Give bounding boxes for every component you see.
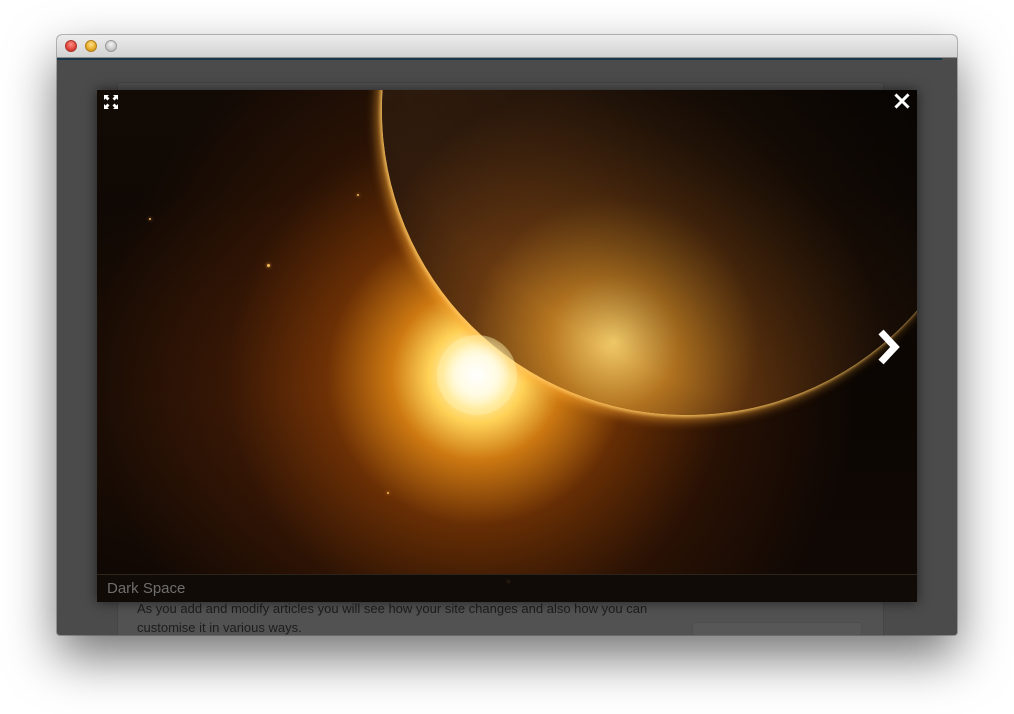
window-titlebar bbox=[57, 35, 957, 58]
caption-bar: Dark Space bbox=[97, 574, 917, 602]
window-close-button[interactable] bbox=[65, 40, 77, 52]
article-paragraph: As you add and modify articles you will … bbox=[137, 601, 648, 635]
lightbox-modal: Dark Space bbox=[97, 90, 917, 602]
star bbox=[267, 264, 270, 267]
star bbox=[357, 194, 359, 196]
window-zoom-button[interactable] bbox=[105, 40, 117, 52]
star bbox=[149, 218, 151, 220]
image-caption: Dark Space bbox=[107, 580, 186, 597]
sidebar-module bbox=[692, 622, 862, 635]
expand-icon[interactable] bbox=[103, 94, 119, 110]
close-icon[interactable] bbox=[894, 93, 910, 109]
window-minimize-button[interactable] bbox=[85, 40, 97, 52]
star bbox=[387, 492, 389, 494]
chevron-right-icon[interactable] bbox=[873, 327, 905, 367]
sun-glow bbox=[437, 335, 517, 415]
lightbox-image bbox=[97, 90, 917, 583]
